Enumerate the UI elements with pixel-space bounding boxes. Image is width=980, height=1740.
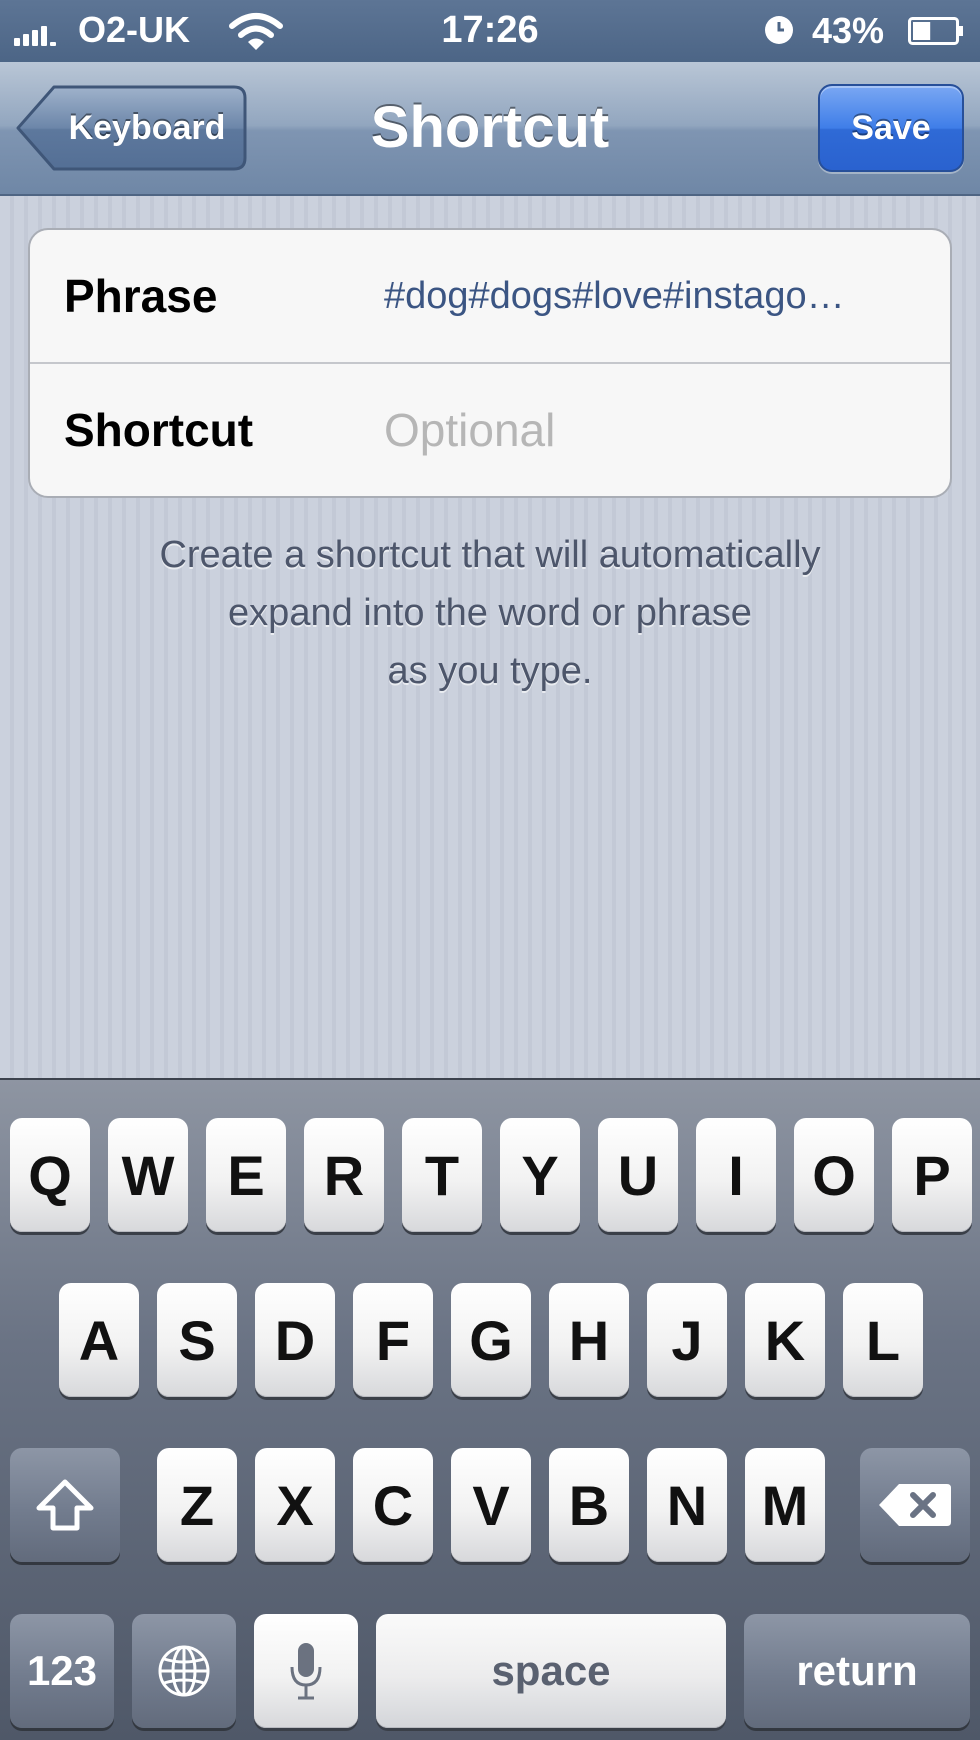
key-s[interactable]: S xyxy=(157,1283,237,1397)
shortcut-form-group: Phrase #dog#dogs#love#instago… Shortcut xyxy=(28,228,952,498)
phrase-row[interactable]: Phrase #dog#dogs#love#instago… xyxy=(30,230,950,364)
space-key[interactable]: space xyxy=(376,1614,726,1728)
shortcut-input[interactable] xyxy=(384,364,924,496)
dictation-key[interactable] xyxy=(254,1614,358,1728)
key-c[interactable]: C xyxy=(353,1448,433,1562)
return-key[interactable]: return xyxy=(744,1614,970,1728)
key-k[interactable]: K xyxy=(745,1283,825,1397)
key-v[interactable]: V xyxy=(451,1448,531,1562)
numbers-key[interactable]: 123 xyxy=(10,1614,114,1728)
battery-percentage: 43% xyxy=(812,10,885,51)
status-bar: O2-UK 17:26 43% xyxy=(0,0,980,62)
key-e[interactable]: E xyxy=(206,1118,286,1232)
key-b[interactable]: B xyxy=(549,1448,629,1562)
key-x[interactable]: X xyxy=(255,1448,335,1562)
phrase-value[interactable]: #dog#dogs#love#instago… xyxy=(384,230,944,362)
key-i[interactable]: I xyxy=(696,1118,776,1232)
key-g[interactable]: G xyxy=(451,1283,531,1397)
key-o[interactable]: O xyxy=(794,1118,874,1232)
help-text-line: as you type. xyxy=(387,650,593,692)
help-text-line: Create a shortcut that will automaticall… xyxy=(159,534,821,576)
keyboard: Q W E R T Y U I O P A S D F G H J K L Z … xyxy=(0,1078,980,1740)
globe-icon xyxy=(158,1645,210,1697)
key-p[interactable]: P xyxy=(892,1118,972,1232)
key-w[interactable]: W xyxy=(108,1118,188,1232)
shortcut-label: Shortcut xyxy=(64,404,254,456)
key-j[interactable]: J xyxy=(647,1283,727,1397)
shift-icon xyxy=(36,1479,94,1531)
key-d[interactable]: D xyxy=(255,1283,335,1397)
microphone-icon xyxy=(290,1643,322,1700)
help-text: Create a shortcut that will automaticall… xyxy=(40,526,940,700)
key-r[interactable]: R xyxy=(304,1118,384,1232)
key-u[interactable]: U xyxy=(598,1118,678,1232)
shortcut-row[interactable]: Shortcut xyxy=(30,364,950,496)
key-t[interactable]: T xyxy=(402,1118,482,1232)
key-f[interactable]: F xyxy=(353,1283,433,1397)
content-area: Phrase #dog#dogs#love#instago… Shortcut … xyxy=(0,196,980,1078)
alarm-clock-icon xyxy=(765,16,793,44)
key-a[interactable]: A xyxy=(59,1283,139,1397)
save-button[interactable]: Save xyxy=(818,84,964,172)
key-h[interactable]: H xyxy=(549,1283,629,1397)
backspace-icon xyxy=(879,1484,951,1526)
help-text-line: expand into the word or phrase xyxy=(228,592,752,634)
key-z[interactable]: Z xyxy=(157,1448,237,1562)
shift-key[interactable] xyxy=(10,1448,120,1562)
key-y[interactable]: Y xyxy=(500,1118,580,1232)
key-m[interactable]: M xyxy=(745,1448,825,1562)
key-n[interactable]: N xyxy=(647,1448,727,1562)
key-l[interactable]: L xyxy=(843,1283,923,1397)
key-q[interactable]: Q xyxy=(10,1118,90,1232)
navigation-bar: Keyboard Shortcut Save xyxy=(0,62,980,196)
phrase-label: Phrase xyxy=(64,270,218,322)
globe-key[interactable] xyxy=(132,1614,236,1728)
battery-icon xyxy=(908,17,963,45)
backspace-key[interactable] xyxy=(860,1448,970,1562)
